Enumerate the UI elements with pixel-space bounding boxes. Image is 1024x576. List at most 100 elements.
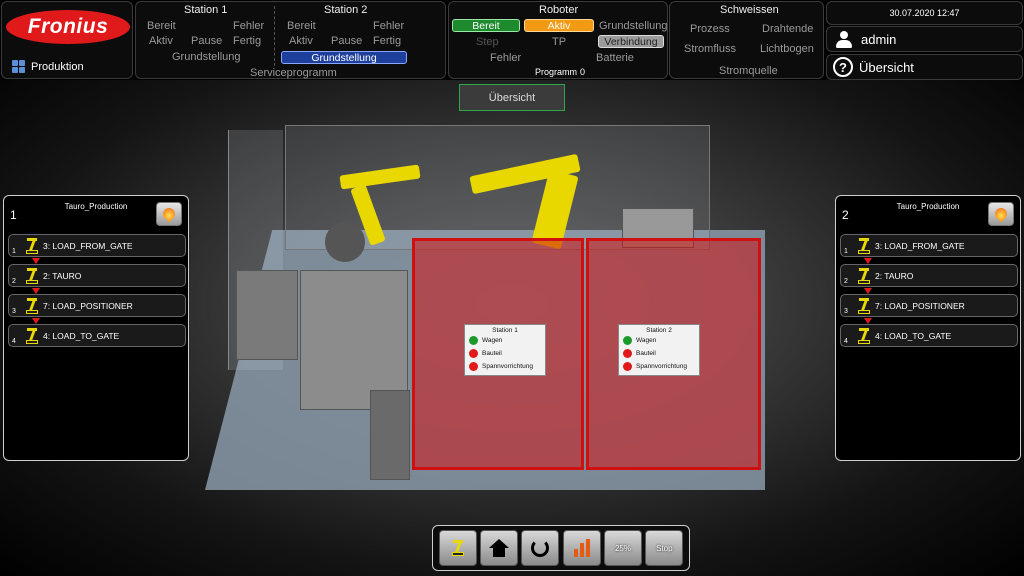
card-row-label: Spannvorrichtung xyxy=(482,363,533,370)
robot-batterie: Batterie xyxy=(596,52,634,64)
welding-flame-button[interactable] xyxy=(988,202,1014,226)
status-dot xyxy=(469,349,478,358)
program-step[interactable]: 1 3: LOAD_FROM_GATE xyxy=(8,234,186,257)
card-row-label: Bauteil xyxy=(482,350,502,357)
program-step[interactable]: 4 4: LOAD_TO_GATE xyxy=(8,324,186,347)
step-index: 3 xyxy=(844,308,848,315)
machine-block xyxy=(300,270,408,410)
home-icon xyxy=(488,539,509,557)
program-step[interactable]: 1 3: LOAD_FROM_GATE xyxy=(840,234,1018,257)
station-divider xyxy=(274,6,275,66)
welding-lichtbogen: Lichtbogen xyxy=(760,43,814,55)
card-row-label: Spannvorrichtung xyxy=(636,363,687,370)
step-index: 4 xyxy=(844,338,848,345)
fronius-logo: Fronius xyxy=(6,10,130,44)
robot-grundstellung: Grundstellung xyxy=(599,20,668,32)
view-overview-button[interactable]: Übersicht xyxy=(459,84,565,111)
step-label: 4: LOAD_TO_GATE xyxy=(875,330,952,341)
step-label: 3: LOAD_FROM_GATE xyxy=(875,240,965,251)
service-program-label[interactable]: Serviceprogramm xyxy=(250,67,337,79)
gate-post xyxy=(370,390,410,480)
datetime-panel: 30.07.2020 12:47 xyxy=(826,1,1023,25)
card-row-label: Wagen xyxy=(482,337,503,344)
overview-nav-button[interactable]: ? Übersicht xyxy=(826,54,1023,80)
station2-fehler: Fehler xyxy=(373,20,405,32)
robot-icon xyxy=(25,328,39,344)
program-step[interactable]: 3 7: LOAD_POSITIONER xyxy=(840,294,1018,317)
station2-grundstellung-button[interactable]: Grundstellung xyxy=(281,51,407,64)
status-dot xyxy=(623,349,632,358)
station1-title: Station 1 xyxy=(184,4,228,16)
step-index: 2 xyxy=(844,278,848,285)
program-step[interactable]: 4 4: LOAD_TO_GATE xyxy=(840,324,1018,347)
home-button[interactable] xyxy=(479,530,518,566)
step-index: 4 xyxy=(12,338,16,345)
datetime: 30.07.2020 12:47 xyxy=(889,8,960,18)
robot-icon xyxy=(857,268,871,284)
stop-button[interactable]: Stop xyxy=(645,530,684,566)
flame-icon xyxy=(992,205,1010,223)
robot-panel: Roboter Bereit Aktiv Grundstellung Step … xyxy=(448,1,668,79)
production-label: Produktion xyxy=(31,60,84,73)
program-step[interactable]: 2 2: TAURO xyxy=(8,264,186,287)
robot-program-value: 0 xyxy=(580,67,586,77)
step-label: 7: LOAD_POSITIONER xyxy=(875,300,965,311)
program-step[interactable]: 2 2: TAURO xyxy=(840,264,1018,287)
welding-prozess: Prozess xyxy=(690,23,730,35)
station1-grundstellung[interactable]: Grundstellung xyxy=(172,51,241,63)
help-icon: ? xyxy=(833,57,853,77)
robot-view-button[interactable] xyxy=(438,530,477,566)
speed-button[interactable]: 25% xyxy=(603,530,642,566)
status-dot xyxy=(623,362,632,371)
welding-stromfluss: Stromfluss xyxy=(684,43,736,55)
robot-bereit-status: Bereit xyxy=(452,19,520,32)
robot-tp: TP xyxy=(552,36,567,48)
robot-icon xyxy=(857,238,871,254)
turntable-left xyxy=(325,222,365,262)
station2-info-card: Station 2 Wagen Bauteil Spannvorrichtung xyxy=(618,324,700,376)
robot-aktiv-status: Aktiv xyxy=(524,19,594,32)
card-row-label: Wagen xyxy=(636,337,657,344)
robot-title: Roboter xyxy=(539,4,579,16)
step-label: 3: LOAD_FROM_GATE xyxy=(43,240,133,251)
status-dot xyxy=(469,362,478,371)
robot-icon xyxy=(857,328,871,344)
welding-flame-button[interactable] xyxy=(156,202,182,226)
step-index: 1 xyxy=(844,248,848,255)
user-button[interactable]: admin xyxy=(826,26,1023,52)
production-menu[interactable]: Produktion xyxy=(12,60,84,73)
logo-panel: Fronius Produktion xyxy=(1,1,133,79)
robot-step: Step xyxy=(476,36,499,48)
program-panel-left: Tauro_Production 1 1 3: LOAD_FROM_GATE 2… xyxy=(3,195,189,461)
robot-icon xyxy=(25,298,39,314)
stations-panel: Station 1 Bereit Fehler Aktiv Pause Fert… xyxy=(135,1,446,79)
station2-aktiv: Aktiv xyxy=(289,35,313,47)
station1-aktiv: Aktiv xyxy=(149,35,173,47)
production-grid-icon xyxy=(12,60,25,73)
robot-icon xyxy=(25,268,39,284)
step-label: 7: LOAD_POSITIONER xyxy=(43,300,133,311)
cabinet-left xyxy=(236,270,298,360)
station1-fertig: Fertig xyxy=(233,35,262,47)
bottom-toolbar: 25% Stop xyxy=(432,525,690,571)
station2-pause: Pause xyxy=(331,35,363,47)
robot-icon xyxy=(857,298,871,314)
welding-drahtende: Drahtende xyxy=(762,23,814,35)
status-dot xyxy=(623,336,632,345)
flame-icon xyxy=(160,205,178,223)
step-label: 2: TAURO xyxy=(875,270,914,281)
program-number: 2 xyxy=(842,208,849,222)
station1-bereit: Bereit xyxy=(147,20,176,32)
station1-card-title: Station 1 xyxy=(492,327,518,334)
welding-stromquelle: Stromquelle xyxy=(719,65,778,77)
overview-nav-label: Übersicht xyxy=(859,59,914,75)
user-icon xyxy=(835,30,853,48)
user-name: admin xyxy=(861,31,897,47)
statistics-button[interactable] xyxy=(562,530,601,566)
step-index: 2 xyxy=(12,278,16,285)
robot-fehler: Fehler xyxy=(490,52,522,64)
bar-chart-icon xyxy=(573,539,590,557)
program-step[interactable]: 3 7: LOAD_POSITIONER xyxy=(8,294,186,317)
reset-button[interactable] xyxy=(521,530,560,566)
step-index: 3 xyxy=(12,308,16,315)
